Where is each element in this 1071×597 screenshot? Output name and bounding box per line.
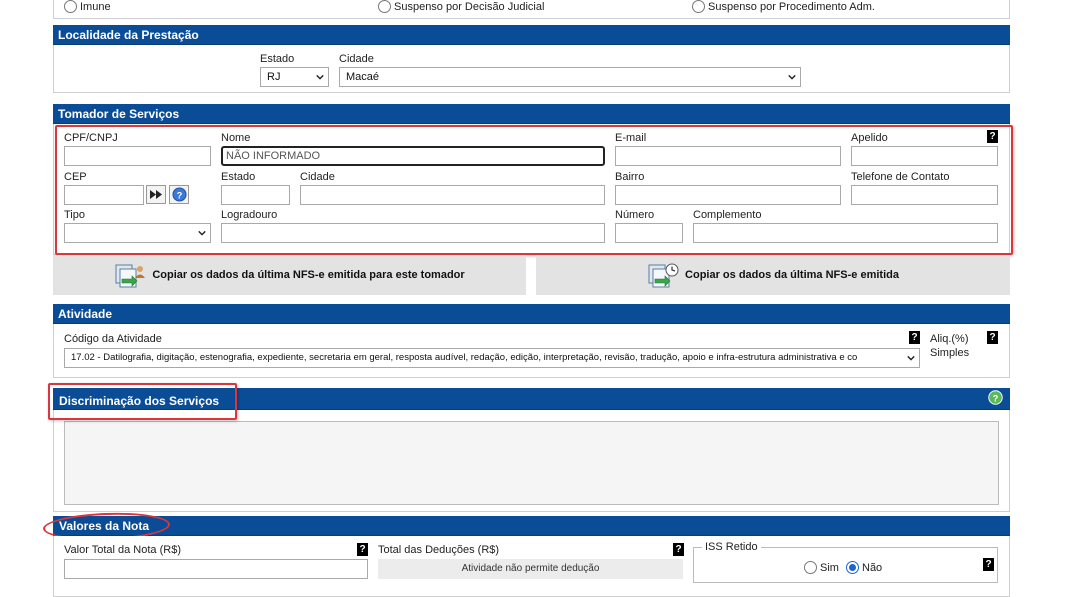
localidade-header: Localidade da Prestação bbox=[53, 25, 1010, 45]
discriminacao-textarea[interactable] bbox=[64, 421, 999, 505]
localidade-estado-value: RJ bbox=[267, 71, 281, 83]
help-icon[interactable]: ? bbox=[673, 543, 684, 556]
valor-total-label: Valor Total da Nota (R$) bbox=[64, 544, 181, 556]
codigo-atividade-label: Código da Atividade bbox=[64, 333, 162, 345]
help-icon[interactable]: ? bbox=[987, 331, 998, 344]
discriminacao-highlight bbox=[48, 383, 237, 420]
tomador-highlight bbox=[55, 125, 1013, 255]
localidade-cidade-label: Cidade bbox=[339, 53, 374, 65]
localidade-cidade-value: Macaé bbox=[346, 71, 380, 83]
radio-suspenso-adm-label: Suspenso por Procedimento Adm. bbox=[708, 1, 875, 13]
localidade-cidade-select[interactable]: Macaé bbox=[339, 67, 801, 87]
radio-imune-label: Imune bbox=[80, 1, 111, 13]
svg-text:?: ? bbox=[993, 393, 999, 403]
iss-nao-label: Não bbox=[862, 562, 883, 574]
tomador-header: Tomador de Serviços bbox=[53, 104, 1010, 124]
radio-suspenso-judicial[interactable] bbox=[378, 0, 391, 13]
help-icon[interactable]: ? bbox=[983, 558, 994, 571]
copy-last-emitted-label: Copiar os dados da última NFS-e emitida bbox=[685, 269, 899, 281]
chevron-down-icon bbox=[907, 354, 915, 362]
localidade-estado-select[interactable]: RJ bbox=[260, 67, 329, 87]
iss-nao-radio[interactable] bbox=[846, 561, 859, 574]
copy-last-emitted-button[interactable]: Copiar os dados da última NFS-e emitida bbox=[536, 255, 1010, 295]
codigo-atividade-value: 17.02 - Datilografia, digitação, estenog… bbox=[71, 352, 858, 363]
codigo-atividade-select[interactable]: 17.02 - Datilografia, digitação, estenog… bbox=[64, 348, 920, 368]
iss-sim-label: Sim bbox=[820, 562, 839, 574]
deducoes-label: Total das Deduções (R$) bbox=[378, 544, 500, 556]
copy-clock-icon bbox=[648, 263, 679, 288]
iss-retido-fieldset: ISS Retido bbox=[693, 541, 998, 583]
iss-retido-legend: ISS Retido bbox=[705, 541, 758, 553]
copy-last-for-tomador-button[interactable]: Copiar os dados da última NFS-e emitida … bbox=[53, 255, 526, 295]
valores-header bbox=[53, 516, 1010, 536]
iss-sim-radio[interactable] bbox=[804, 561, 817, 574]
chevron-down-icon bbox=[316, 74, 324, 80]
copy-last-for-tomador-label: Copiar os dados da última NFS-e emitida … bbox=[152, 269, 465, 281]
radio-imune[interactable] bbox=[64, 0, 77, 13]
deducoes-note: Atividade não permite dedução bbox=[461, 563, 600, 574]
help-icon[interactable]: ? bbox=[357, 543, 368, 556]
radio-suspenso-judicial-label: Suspenso por Decisão Judicial bbox=[394, 1, 545, 13]
radio-suspenso-adm[interactable] bbox=[692, 0, 705, 13]
atividade-header: Atividade bbox=[53, 304, 1010, 324]
valor-total-input[interactable] bbox=[64, 559, 368, 579]
localidade-estado-label: Estado bbox=[260, 53, 295, 65]
help-icon[interactable]: ? bbox=[909, 331, 920, 344]
copy-user-icon bbox=[115, 264, 146, 288]
simples-label: Simples bbox=[930, 347, 970, 359]
aliq-label: Aliq.(%) bbox=[930, 333, 969, 345]
chevron-down-icon bbox=[788, 74, 796, 80]
help-circle-icon[interactable]: ? bbox=[988, 390, 1003, 405]
deducoes-box: Atividade não permite dedução bbox=[378, 559, 683, 579]
